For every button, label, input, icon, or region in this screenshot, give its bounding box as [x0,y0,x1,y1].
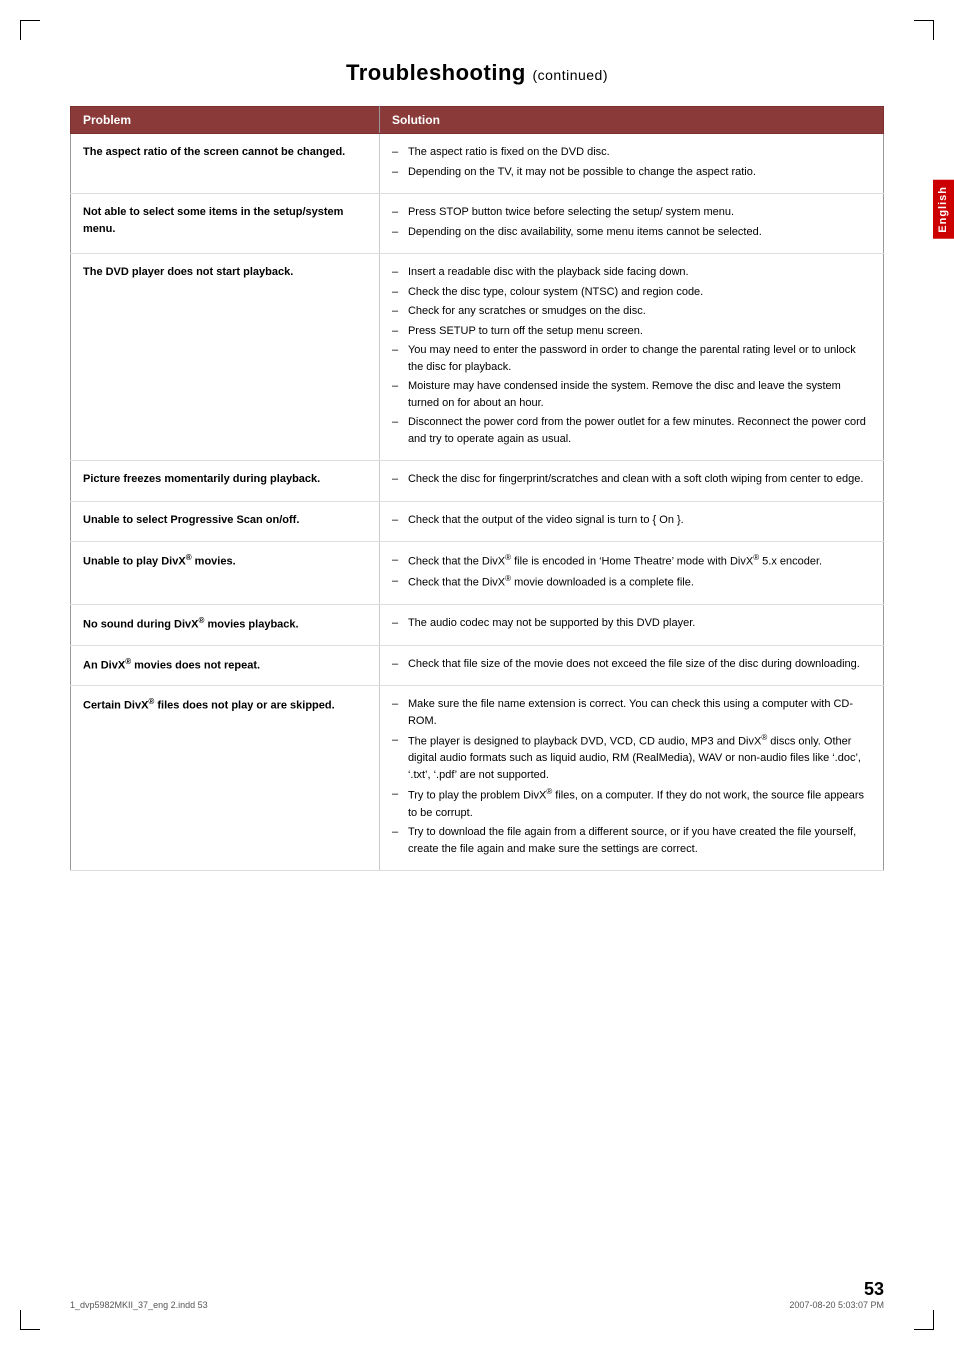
problem-cell: No sound during DivX® movies playback. [71,605,380,646]
solution-item: Check that the DivX® file is encoded in … [392,552,871,570]
problem-cell: Unable to select Progressive Scan on/off… [71,501,380,542]
problem-cell: An DivX® movies does not repeat. [71,645,380,686]
troubleshoot-table: Problem Solution The aspect ratio of the… [70,106,884,871]
problem-cell: The DVD player does not start playback. [71,254,380,461]
solution-cell: Check the disc for fingerprint/scratches… [379,461,883,502]
problem-cell: The aspect ratio of the screen cannot be… [71,134,380,194]
solution-cell: The aspect ratio is fixed on the DVD dis… [379,134,883,194]
problem-cell: Picture freezes momentarily during playb… [71,461,380,502]
footer-left: 1_dvp5982MKII_37_eng 2.indd 53 [70,1300,208,1310]
solution-item: Make sure the file name extension is cor… [392,696,871,729]
solution-item: The player is designed to playback DVD, … [392,732,871,783]
solution-item: Depending on the TV, it may not be possi… [392,164,871,181]
table-row: An DivX® movies does not repeat. Check th… [71,645,884,686]
problem-cell: Not able to select some items in the set… [71,194,380,254]
corner-mark-tl [20,20,40,40]
page-container: English Troubleshooting (continued) Prob… [0,0,954,1350]
solution-item: Try to play the problem DivX® files, on … [392,786,871,821]
solution-cell: Press STOP button twice before selecting… [379,194,883,254]
solution-item: Check that file size of the movie does n… [392,656,871,673]
table-row: Certain DivX® files does not play or are… [71,686,884,871]
solution-item: Check that the DivX® movie downloaded is… [392,573,871,591]
solution-header: Solution [379,107,883,134]
problem-header: Problem [71,107,380,134]
solution-item: Check the disc for fingerprint/scratches… [392,471,871,488]
problem-cell: Certain DivX® files does not play or are… [71,686,380,871]
solution-cell: The audio codec may not be supported by … [379,605,883,646]
solution-cell: Make sure the file name extension is cor… [379,686,883,871]
solution-item: Check that the output of the video signa… [392,512,871,529]
page-title: Troubleshooting (continued) [70,60,884,86]
solution-cell: Insert a readable disc with the playback… [379,254,883,461]
table-row: The aspect ratio of the screen cannot be… [71,134,884,194]
solution-item: Disconnect the power cord from the power… [392,414,871,447]
footer-right: 2007-08-20 5:03:07 PM [789,1300,884,1310]
solution-item: The aspect ratio is fixed on the DVD dis… [392,144,871,161]
corner-mark-br [914,1310,934,1330]
solution-cell: Check that file size of the movie does n… [379,645,883,686]
table-row: The DVD player does not start playback. I… [71,254,884,461]
solution-item: The audio codec may not be supported by … [392,615,871,632]
table-row: Picture freezes momentarily during playb… [71,461,884,502]
solution-item: You may need to enter the password in or… [392,342,871,375]
solution-item: Press STOP button twice before selecting… [392,204,871,221]
table-row: Unable to play DivX® movies. Check that t… [71,542,884,605]
page-footer: 1_dvp5982MKII_37_eng 2.indd 53 53 2007-0… [70,1279,884,1310]
table-row: Unable to select Progressive Scan on/off… [71,501,884,542]
corner-mark-tr [914,20,934,40]
solution-item: Check for any scratches or smudges on th… [392,303,871,320]
solution-item: Try to download the file again from a di… [392,824,871,857]
solution-item: Depending on the disc availability, some… [392,224,871,241]
table-row: Not able to select some items in the set… [71,194,884,254]
corner-mark-bl [20,1310,40,1330]
language-tab: English [933,180,954,239]
solution-item: Check the disc type, colour system (NTSC… [392,284,871,301]
solution-item: Moisture may have condensed inside the s… [392,378,871,411]
problem-cell: Unable to play DivX® movies. [71,542,380,605]
page-number: 53 [789,1279,884,1300]
solution-cell: Check that the output of the video signa… [379,501,883,542]
table-row: No sound during DivX® movies playback. Th… [71,605,884,646]
solution-item: Insert a readable disc with the playback… [392,264,871,281]
solution-cell: Check that the DivX® file is encoded in … [379,542,883,605]
solution-item: Press SETUP to turn off the setup menu s… [392,323,871,340]
